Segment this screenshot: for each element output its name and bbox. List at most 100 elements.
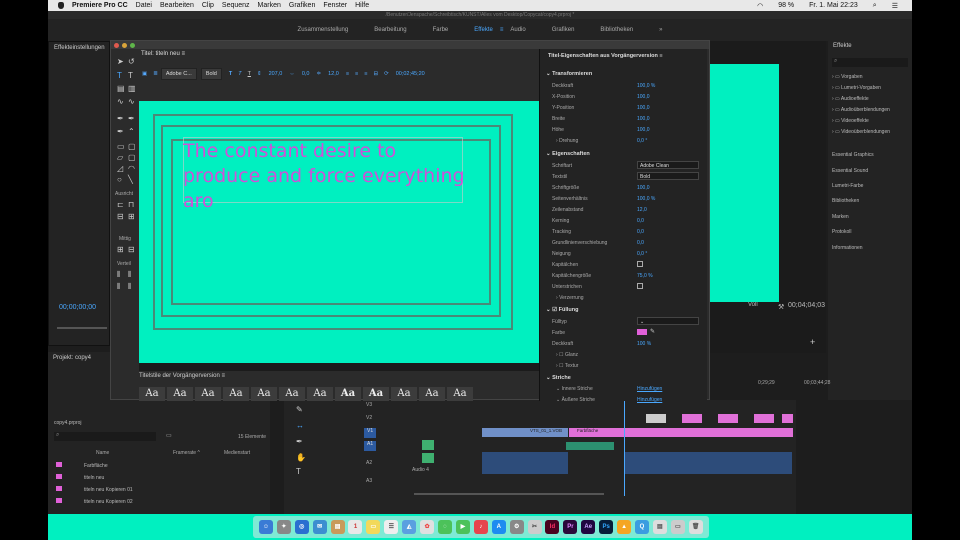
reminders-icon[interactable]: ☰ — [384, 520, 399, 534]
menu-clip[interactable]: Clip — [202, 2, 214, 9]
new-bin-icon[interactable]: ▭ — [166, 432, 172, 439]
audio-clip[interactable] — [566, 442, 614, 450]
column-framerate[interactable]: Framerate ^ — [173, 450, 200, 456]
font-style-select[interactable]: Bold — [200, 68, 222, 80]
rounded-rect-icon[interactable]: ▢ — [128, 143, 136, 151]
new-title-icon[interactable]: ▣ — [142, 71, 147, 77]
prop-value-groesse[interactable]: 100,0 — [637, 185, 650, 191]
title-clip[interactable] — [754, 414, 774, 423]
notes-icon[interactable]: ▭ — [366, 520, 381, 534]
title-canvas[interactable]: The constant desire to produce and force… — [139, 101, 539, 363]
panel-bibliotheken[interactable]: Bibliotheken — [832, 198, 859, 204]
effects-item-videoeffekte[interactable]: › ▭ Videoeffekte — [832, 118, 869, 124]
tab-grafiken[interactable]: Grafiken — [552, 27, 575, 33]
title-text[interactable]: The constant desire to produce and force… — [183, 139, 473, 214]
menu-marken[interactable]: Marken — [258, 2, 281, 9]
wrench-icon[interactable]: ⚒ — [778, 303, 784, 311]
kapitaelchen-checkbox[interactable] — [637, 261, 643, 267]
tab-audio[interactable]: Audio — [510, 27, 525, 33]
selection-tool-icon[interactable]: ✎ — [296, 406, 304, 414]
menu-sequenz[interactable]: Sequenz — [222, 2, 250, 9]
maps-icon[interactable]: ◭ — [402, 520, 417, 534]
arc-tool-icon[interactable]: ◠ — [128, 165, 136, 173]
rounded-corner-icon[interactable]: ▢ — [128, 154, 136, 162]
menu-fenster[interactable]: Fenster — [323, 2, 347, 9]
apple-icon[interactable] — [58, 2, 64, 9]
prop-textur[interactable]: › ☐ Textur — [556, 363, 578, 369]
style-swatch[interactable]: Aa — [335, 387, 361, 401]
audio-waveform-clip[interactable] — [624, 452, 792, 474]
align-left-icon[interactable]: ⊏ — [117, 201, 125, 209]
distribute-center-icon[interactable]: ⫴ — [117, 283, 125, 291]
program-timecode[interactable]: 00;04;04;03 — [788, 302, 825, 309]
app-menu[interactable]: Premiere Pro CC — [72, 2, 128, 9]
section-striche[interactable]: ⌄ Striche — [546, 375, 571, 381]
mute-button[interactable] — [422, 440, 434, 450]
title-clip[interactable] — [718, 414, 738, 423]
menu-bearbeiten[interactable]: Bearbeiten — [160, 2, 194, 9]
trash-icon[interactable]: 🗑 — [688, 520, 703, 534]
after-effects-icon[interactable]: Ae — [581, 520, 596, 534]
tab-effekte[interactable]: Effekte — [474, 27, 493, 33]
prop-value-kerning[interactable]: 0,0 — [637, 218, 644, 224]
align-center-h-icon[interactable]: ⊟ — [117, 213, 125, 221]
style-swatch[interactable]: Aa — [391, 387, 417, 401]
style-swatch[interactable]: Aa — [251, 387, 277, 401]
leading-icon[interactable]: ≑ — [316, 71, 321, 77]
align-top-icon[interactable]: ⊓ — [128, 201, 136, 209]
effects-item-videoueberblendungen[interactable]: › ▭ Videoüberblendungen — [832, 129, 890, 135]
playhead[interactable] — [624, 400, 625, 496]
track-v3[interactable]: V3 — [366, 402, 372, 412]
prop-value-neigung[interactable]: 0,0 ° — [637, 251, 647, 257]
align-center-text-icon[interactable]: ≡ — [355, 71, 358, 77]
roll-crawl-icon[interactable]: ≣ — [153, 71, 158, 77]
effects-item-audioeffekte[interactable]: › ▭ Audioeffekte — [832, 96, 869, 102]
type-tool-icon[interactable]: T — [296, 468, 304, 476]
track-a3[interactable]: A3 — [366, 478, 372, 488]
fill-type-select[interactable]: ⌄ — [637, 317, 699, 325]
calendar-icon[interactable]: 1 — [348, 520, 363, 534]
minimize-window-icon[interactable] — [122, 42, 127, 48]
style-swatch[interactable]: Aa — [139, 387, 165, 401]
menu-grafiken[interactable]: Grafiken — [289, 2, 315, 9]
ellipse-tool-icon[interactable]: ○ — [117, 176, 125, 184]
prop-value-drehung[interactable]: 0,0 ° — [637, 138, 647, 144]
style-swatch[interactable]: Aa — [195, 387, 221, 401]
tab-zusammenstellung[interactable]: Zusammenstellung — [298, 27, 349, 33]
center-horizontal-icon[interactable]: ⊞ — [117, 246, 125, 254]
prop-value-ypos[interactable]: 100,0 — [637, 105, 650, 111]
font-family-select[interactable]: Adobe C... — [160, 68, 197, 80]
kerning-value[interactable]: 0,0 — [302, 71, 310, 77]
panel-lumetri-farbe[interactable]: Lumetri-Farbe — [832, 183, 863, 189]
distribute-left-icon[interactable]: ⫴ — [117, 271, 125, 279]
style-swatch[interactable]: Aa — [279, 387, 305, 401]
downloads-icon[interactable]: ▭ — [670, 520, 685, 534]
selection-tool-icon[interactable]: ➤ — [117, 58, 125, 66]
prop-value-breite[interactable]: 100,0 — [637, 116, 650, 122]
title-timecode[interactable]: 00;02;45;20 — [396, 71, 425, 77]
font-size-icon[interactable]: ⇕ — [257, 71, 262, 77]
effects-search-input[interactable]: ⌕ — [832, 58, 908, 67]
title-clip[interactable] — [682, 414, 702, 423]
prop-value-zeilen[interactable]: 12,0 — [637, 207, 647, 213]
zoom-scrollbar[interactable] — [57, 327, 107, 329]
launchpad-icon[interactable]: ✦ — [276, 520, 291, 534]
vertical-area-type-icon[interactable]: ▥ — [128, 85, 136, 93]
search-icon[interactable]: ⌕ — [873, 2, 877, 10]
font-select[interactable]: Adobe Clean — [637, 161, 699, 169]
tab-bearbeitung[interactable]: Bearbeitung — [374, 27, 406, 33]
rectangle-tool-icon[interactable]: ▭ — [117, 143, 125, 151]
app-store-icon[interactable]: A — [491, 520, 506, 534]
section-eigenschaften[interactable]: ⌄ Eigenschaften — [546, 151, 590, 157]
indesign-icon[interactable]: Id — [545, 520, 560, 534]
color-clip[interactable]: Farbfläche — [569, 428, 793, 437]
convert-anchor-icon[interactable]: ⌃ — [128, 128, 136, 136]
pen-tool-icon[interactable]: ✒ — [117, 115, 125, 123]
list-item[interactable]: titeln neu Kopieren 01 — [56, 486, 133, 493]
section-fuellung[interactable]: ⌄ ☑ Füllung — [546, 307, 578, 313]
track-a2[interactable]: A2 — [366, 460, 372, 470]
vlc-icon[interactable]: ▲ — [617, 520, 632, 534]
panel-essential-sound[interactable]: Essential Sound — [832, 168, 868, 174]
style-swatch[interactable]: Aa — [447, 387, 473, 401]
track-a1[interactable]: A1 — [364, 441, 377, 451]
